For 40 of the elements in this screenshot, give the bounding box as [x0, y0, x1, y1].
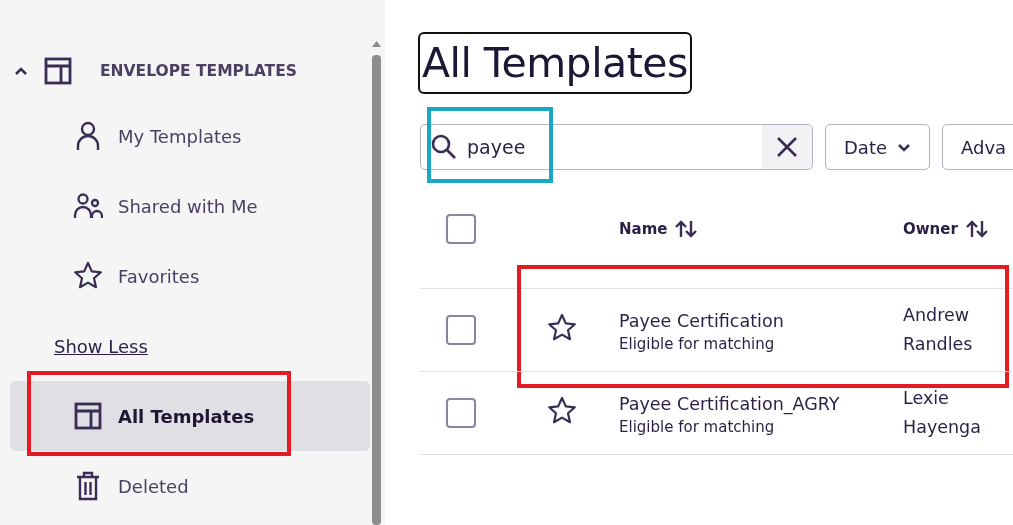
checkbox[interactable] — [446, 315, 476, 345]
template-icon — [44, 57, 72, 85]
sidebar-item[interactable]: All Templates — [10, 381, 370, 451]
star-icon[interactable] — [547, 313, 577, 343]
chevron-down-icon — [897, 142, 912, 152]
chevron-up-icon[interactable] — [14, 66, 28, 76]
page-title: All Templates — [420, 34, 690, 92]
scroll-up-icon[interactable] — [372, 40, 381, 48]
scrollbar-thumb[interactable] — [372, 55, 381, 525]
owner-name: Andrew Randles — [903, 304, 974, 356]
column-header[interactable]: Name — [619, 220, 903, 238]
template-name[interactable]: Payee Certification — [619, 307, 903, 335]
template-name[interactable]: Payee Certification_AGRY — [619, 390, 903, 418]
show-less-link[interactable]: Show Less — [54, 335, 148, 357]
star-icon — [73, 261, 103, 291]
template-icon — [74, 402, 102, 430]
search-icon — [431, 134, 457, 160]
checkbox[interactable] — [446, 214, 476, 244]
people-icon — [73, 193, 103, 219]
trash-icon — [76, 471, 100, 501]
template-status: Eligible for matching — [619, 418, 776, 436]
clear-button[interactable] — [762, 125, 812, 169]
person-icon — [75, 121, 101, 151]
sidebar-item[interactable]: Deleted — [10, 451, 370, 521]
search-input[interactable]: payee — [465, 135, 739, 159]
sort-icon[interactable] — [675, 220, 698, 238]
filter-button[interactable]: Adva — [942, 124, 1013, 170]
section-title: ENVELOPE TEMPLATES — [100, 62, 297, 80]
search-field[interactable]: payee — [420, 124, 813, 170]
owner-name: Lexie Hayenga — [903, 387, 982, 439]
sidebar-item[interactable]: My Templates — [10, 101, 370, 171]
sidebar-item[interactable]: Favorites — [10, 241, 370, 311]
star-icon[interactable] — [547, 396, 577, 426]
sidebar-item[interactable]: Shared with Me — [10, 171, 370, 241]
template-status: Eligible for matching — [619, 335, 776, 353]
sort-icon[interactable] — [965, 220, 988, 238]
close-icon — [776, 136, 798, 158]
column-header[interactable]: Owner — [903, 220, 1013, 238]
checkbox[interactable] — [446, 398, 476, 428]
filter-button[interactable]: Date — [825, 124, 931, 170]
